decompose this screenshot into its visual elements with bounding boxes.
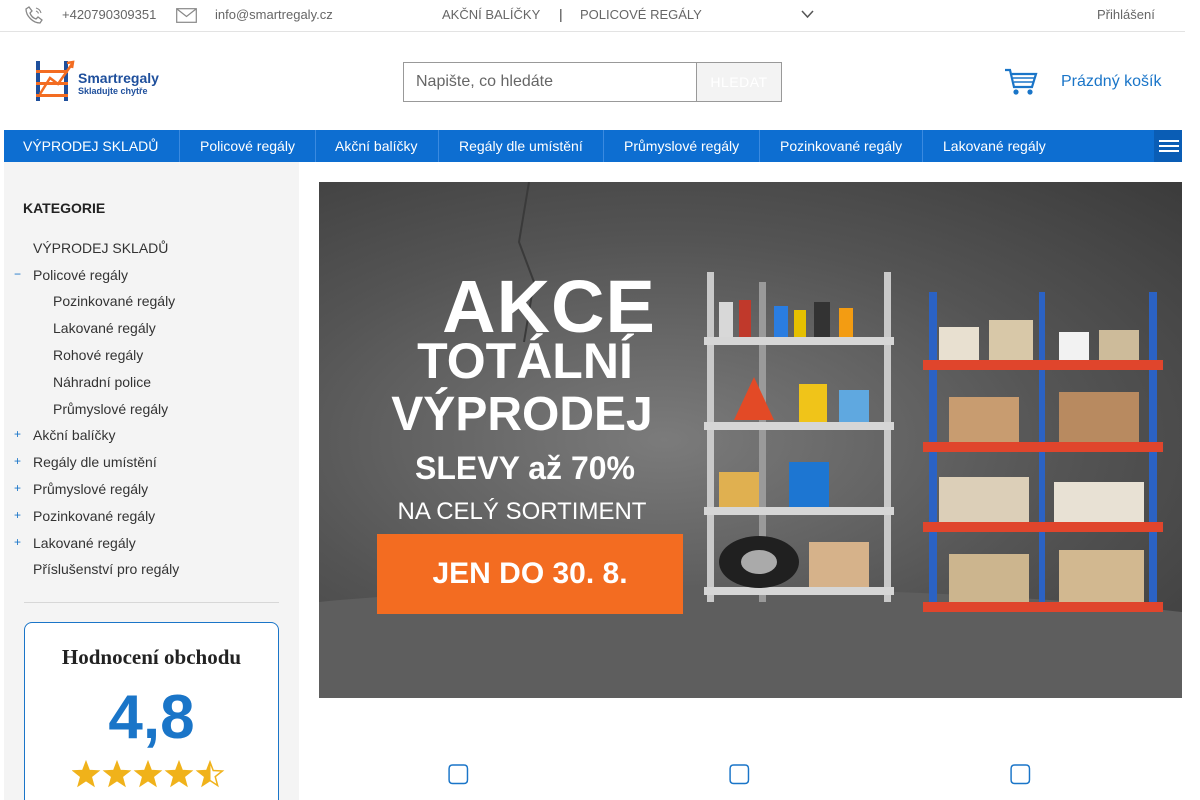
star-icon	[72, 760, 101, 788]
subcategory-pozinkovane[interactable]: Pozinkované regály	[53, 293, 175, 309]
feature-icon: ▢	[446, 757, 471, 787]
main-nav: VÝPRODEJ SKLADŮ Policové regály Akční ba…	[4, 130, 1182, 162]
category-regaly-dle-umisteni[interactable]: Regály dle umístění	[33, 454, 157, 470]
nav-item-akcni-balicky[interactable]: Akční balíčky	[335, 130, 417, 162]
promo-banner[interactable]: AKCE TOTÁLNÍ VÝPRODEJ SLEVY až 70% NA CE…	[319, 182, 1182, 698]
star-icon	[164, 760, 194, 788]
nav-divider	[603, 130, 604, 162]
expand-icon[interactable]: +	[14, 454, 21, 468]
menu-icon[interactable]	[1154, 130, 1182, 162]
chevron-down-icon[interactable]	[801, 10, 814, 19]
sidebar-divider	[24, 602, 279, 603]
banner-line-sortiment: NA CELÝ SORTIMENT	[397, 498, 647, 525]
category-vyprodej[interactable]: VÝPRODEJ SKLADŮ	[33, 240, 168, 256]
banner-line-vyprodej: VÝPRODEJ	[391, 388, 653, 441]
expand-icon[interactable]: +	[14, 535, 21, 549]
categories-title: KATEGORIE	[23, 200, 106, 216]
mail-icon	[176, 8, 197, 23]
rating-stars	[72, 760, 225, 788]
nav-item-lakovane-regaly[interactable]: Lakované regály	[943, 130, 1046, 162]
subcategory-lakovane[interactable]: Lakované regály	[53, 320, 156, 336]
login-link[interactable]: Přihlášení	[1097, 7, 1155, 22]
category-akcni-balicky[interactable]: Akční balíčky	[33, 427, 115, 443]
top-separator: |	[559, 6, 563, 22]
expand-icon[interactable]: +	[14, 481, 21, 495]
search-input[interactable]	[403, 62, 697, 102]
logo-tagline: Skladujte chytře	[78, 86, 148, 96]
banner-deadline-badge: JEN DO 30. 8.	[377, 534, 683, 614]
phone-number[interactable]: +420790309351	[62, 7, 156, 22]
star-icon	[102, 760, 132, 788]
rating-title: Hodnocení obchodu	[61, 645, 242, 669]
expand-icon[interactable]: +	[14, 508, 21, 522]
top-link-policove-regaly[interactable]: POLICOVÉ REGÁLY	[580, 7, 702, 22]
rating-value: 4,8	[108, 683, 195, 752]
subcategory-prumyslove[interactable]: Průmyslové regály	[53, 401, 168, 417]
banner-line-slevy: SLEVY až 70%	[415, 450, 635, 486]
category-prumyslove-regaly[interactable]: Průmyslové regály	[33, 481, 148, 497]
category-prislusenstvi[interactable]: Příslušenství pro regály	[33, 561, 179, 577]
logo-name: Smartregaly	[78, 70, 159, 86]
search-button[interactable]: HLEDAT	[696, 62, 782, 102]
nav-divider	[922, 130, 923, 162]
nav-item-regaly-dle-umisteni[interactable]: Regály dle umístění	[459, 130, 583, 162]
phone-icon	[25, 6, 43, 24]
nav-divider	[179, 130, 180, 162]
category-policove-regaly[interactable]: Policové regály	[33, 267, 128, 283]
feature-icon: ▢	[727, 757, 752, 787]
banner-line-totalni: TOTÁLNÍ	[417, 333, 633, 389]
email-link[interactable]: info@smartregaly.cz	[215, 7, 333, 22]
feature-icon: ▢	[1008, 757, 1033, 787]
star-icon	[133, 760, 163, 788]
nav-divider	[759, 130, 760, 162]
nav-divider	[315, 130, 316, 162]
nav-item-prumyslove-regaly[interactable]: Průmyslové regály	[624, 130, 739, 162]
cart-label[interactable]: Prázdný košík	[1061, 73, 1161, 91]
expand-icon[interactable]: +	[14, 427, 21, 441]
collapse-icon[interactable]: −	[14, 267, 21, 281]
subcategory-nahradni-police[interactable]: Náhradní police	[53, 374, 151, 390]
top-bar: +420790309351 info@smartregaly.cz AKČNÍ …	[0, 0, 1185, 32]
metal-shelf-image	[704, 272, 894, 602]
cart-icon[interactable]	[1004, 67, 1038, 97]
subcategory-rohove[interactable]: Rohové regály	[53, 347, 143, 363]
painted-shelf-image	[923, 292, 1163, 612]
category-pozinkovane-regaly[interactable]: Pozinkované regály	[33, 508, 155, 524]
nav-divider	[438, 130, 439, 162]
top-link-akcni-balicky[interactable]: AKČNÍ BALÍČKY	[442, 7, 540, 22]
nav-item-pozinkovane-regaly[interactable]: Pozinkované regály	[780, 130, 902, 162]
nav-item-policove-regaly[interactable]: Policové regály	[200, 130, 295, 162]
category-lakovane-regaly[interactable]: Lakované regály	[33, 535, 136, 551]
nav-item-vyprodej[interactable]: VÝPRODEJ SKLADŮ	[23, 130, 158, 162]
